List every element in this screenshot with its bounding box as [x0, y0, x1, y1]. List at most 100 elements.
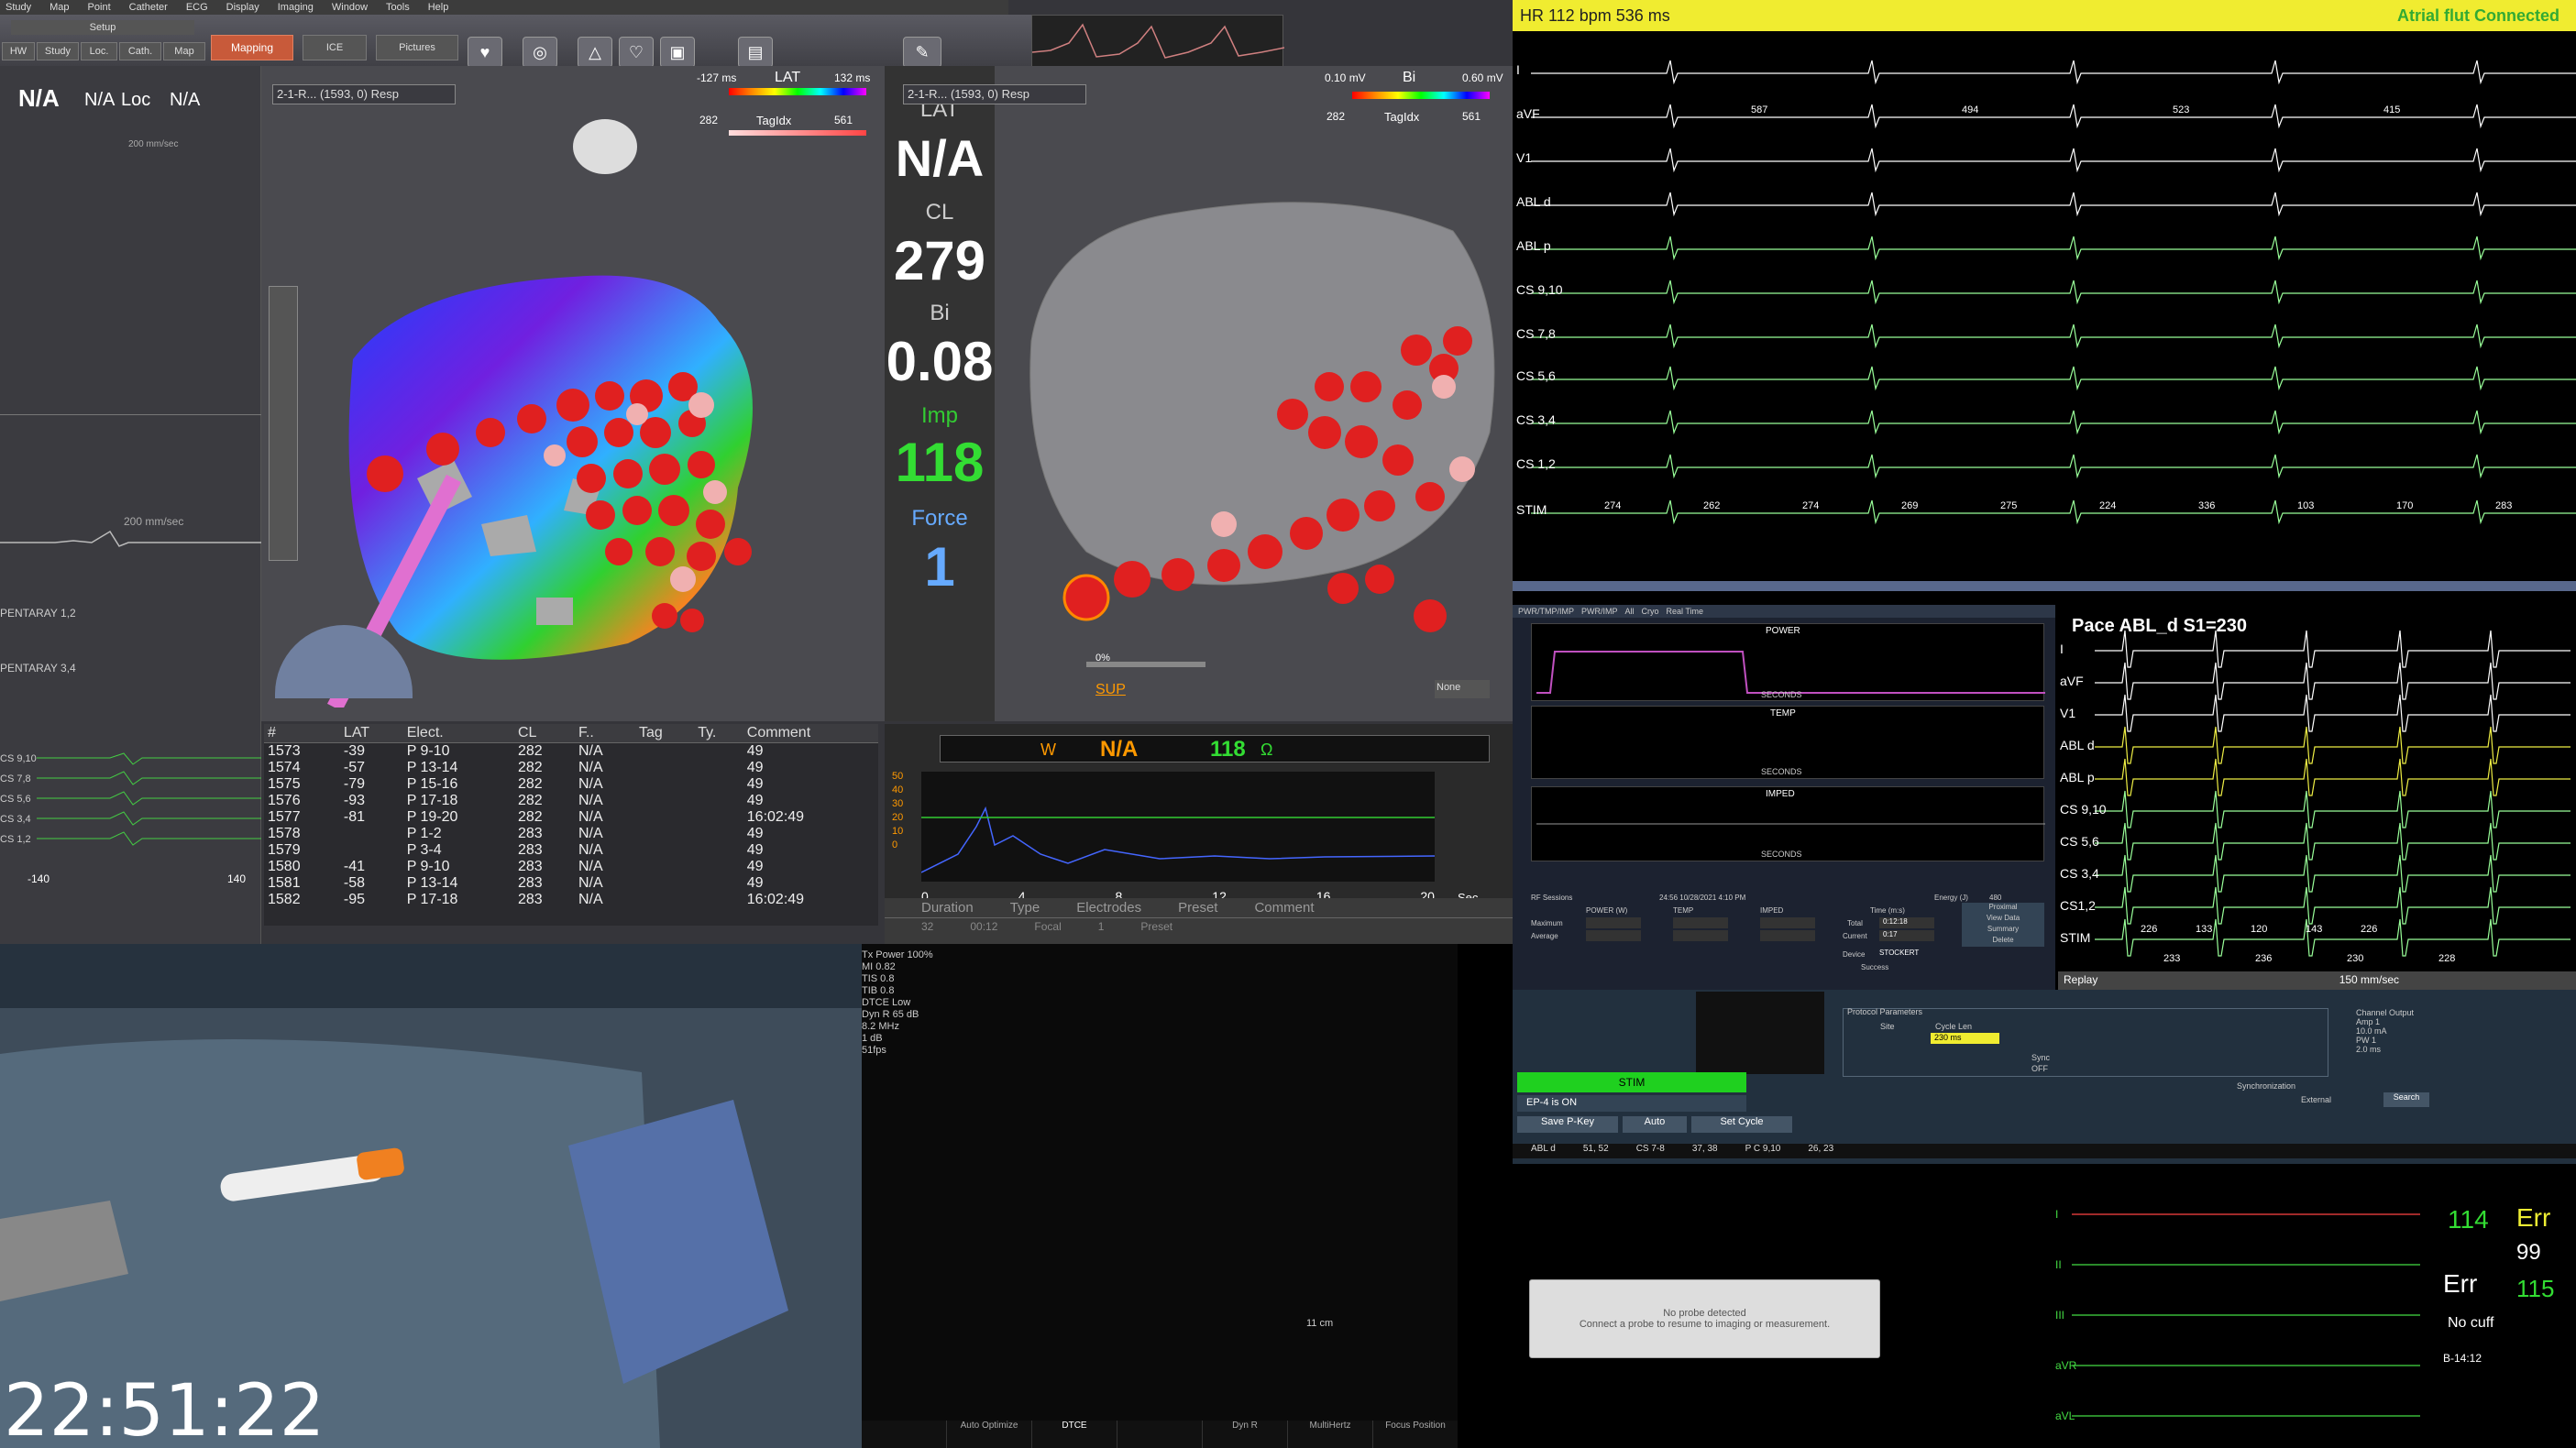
softkey[interactable]	[862, 1421, 947, 1448]
auto-button[interactable]: Auto	[1623, 1116, 1687, 1133]
tab-cath[interactable]: Cath.	[119, 42, 161, 60]
menu-imaging[interactable]: Imaging	[278, 0, 314, 15]
target-icon[interactable]: ◎	[523, 37, 557, 68]
stim-button[interactable]: STIM	[1517, 1072, 1746, 1092]
search-button[interactable]: Search	[2383, 1092, 2429, 1107]
save-pkey-button[interactable]: Save P-Key	[1517, 1116, 1618, 1133]
table-row[interactable]: 1578 P 1-2 283 N/A 49	[264, 826, 878, 842]
ecg-recording-panel: IaVF V1 ABL d ABL p CS 9,10 CS 7,8 CS 5,6 CS 3,…	[1513, 0, 2576, 591]
table-row[interactable]: 1579 P 3-4 283 N/A 49	[264, 842, 878, 859]
rf-tab[interactable]: PWR/IMP	[1581, 607, 1618, 616]
table-row[interactable]: 1577 -81 P 19-20 282 N/A 16:02:49	[264, 809, 878, 826]
softkey-multihertz[interactable]: MultiHertz	[1288, 1421, 1373, 1448]
rf-tabs[interactable]: PWR/TMP/IMP PWR/IMP All Cryo Real Time	[1513, 605, 2055, 618]
video-timestamp: 22:51:22	[4, 1370, 325, 1448]
lat-label: LAT	[775, 70, 801, 85]
col-index[interactable]: #	[264, 724, 340, 743]
softkey-auto-optimize[interactable]: Auto Optimize	[947, 1421, 1032, 1448]
col-comment[interactable]: Comment	[743, 724, 878, 743]
sweep-label[interactable]: 150 mm/sec	[2339, 973, 2399, 986]
menu-study[interactable]: Study	[6, 0, 31, 15]
col-duration[interactable]: Duration	[921, 900, 974, 916]
cycle-length-field[interactable]: 230 ms	[1931, 1033, 1999, 1044]
set-cycle-button[interactable]: Set Cycle	[1691, 1116, 1792, 1133]
ultrasound-softkeys[interactable]: Auto Optimize DTCE Dyn R MultiHertz Focu…	[862, 1421, 1458, 1448]
table-row[interactable]: 1574 -57 P 13-14 282 N/A 49	[264, 760, 878, 776]
replay-bar[interactable]: Replay 150 mm/sec	[2058, 971, 2576, 990]
table-cell: 49	[746, 842, 764, 858]
sup-label[interactable]: SUP	[1095, 682, 1126, 698]
tab-mapping[interactable]: Mapping	[211, 35, 293, 60]
menu-point[interactable]: Point	[88, 0, 111, 15]
monitor-lead-label: I	[2055, 1208, 2058, 1221]
map-side-toolbar[interactable]	[269, 286, 298, 561]
col-type[interactable]: Ty.	[694, 724, 743, 743]
menu-tools[interactable]: Tools	[386, 0, 410, 15]
table-row[interactable]: 1576 -93 P 17-18 282 N/A 49	[264, 793, 878, 809]
tab-ice[interactable]: ICE	[303, 35, 367, 60]
pace-trace	[2095, 726, 2570, 764]
menu-catheter[interactable]: Catheter	[129, 0, 168, 15]
col-lat[interactable]: LAT	[339, 724, 403, 743]
map-view-lat[interactable]: 2-1-R... (1593, 0) Resp -127 ms LAT 132 …	[261, 66, 885, 721]
view-data-button[interactable]: View Data	[1962, 914, 2044, 925]
replay-label[interactable]: Replay	[2064, 973, 2097, 986]
softkey[interactable]	[1117, 1421, 1203, 1448]
proximal-button[interactable]: Proximal	[1962, 903, 2044, 914]
map-selector-2[interactable]: 2-1-R... (1593, 0) Resp	[903, 84, 1086, 104]
col-f[interactable]: F..	[574, 724, 635, 743]
point-list-table[interactable]: # LAT Elect. CL F.. Tag Ty. Comment 1573…	[264, 724, 878, 926]
menu-display[interactable]: Display	[226, 0, 259, 15]
cs-interval: 170	[2396, 500, 2414, 511]
table-cell: 49	[746, 776, 764, 792]
tab-study[interactable]: Study	[37, 42, 79, 60]
menu-map[interactable]: Map	[50, 0, 69, 15]
col-elect[interactable]: Elect.	[402, 724, 514, 743]
catheter-readout: LAT N/A CL 279 Bi 0.08 Imp 118 Force 1	[885, 66, 995, 721]
pace-channel-label: ABL p	[2060, 770, 2095, 784]
col-tag[interactable]: Tag	[634, 724, 695, 743]
display-icon[interactable]: ▤	[738, 37, 773, 68]
map-view-bipolar[interactable]: 2-1-R... (1593, 0) Resp 0.10 mV Bi 0.60 …	[903, 66, 1513, 721]
softkey-focus-position[interactable]: Focus Position	[1373, 1421, 1458, 1448]
menu-help[interactable]: Help	[428, 0, 449, 15]
orientation-head-icon[interactable]	[573, 119, 637, 174]
softkey-dtce[interactable]: DTCE	[1032, 1421, 1117, 1448]
no-probe-dialog[interactable]: No probe detected Connect a probe to res…	[1529, 1279, 1880, 1358]
rf-tab[interactable]: Real Time	[1667, 607, 1704, 616]
menu-window[interactable]: Window	[332, 0, 368, 15]
none-select[interactable]: None	[1435, 680, 1490, 698]
tab-loc[interactable]: Loc.	[81, 42, 117, 60]
menu-ecg[interactable]: ECG	[186, 0, 208, 15]
ablation-session-table[interactable]: Duration Type Electrodes Preset Comment …	[885, 898, 1513, 944]
map-selector[interactable]: 2-1-R... (1593, 0) Resp	[272, 84, 456, 104]
tab-map[interactable]: Map	[163, 42, 205, 60]
summary-button[interactable]: Summary	[1962, 925, 2044, 936]
pace-trace	[2095, 662, 2570, 700]
table-row[interactable]: 1573 -39 P 9-10 282 N/A 49	[264, 743, 878, 761]
col-preset[interactable]: Preset	[1178, 900, 1217, 916]
rf-tab[interactable]: All	[1625, 607, 1635, 616]
readout-cl-value: 279	[893, 230, 986, 291]
col-electrodes[interactable]: Electrodes	[1076, 900, 1141, 916]
bipolar-map-3d[interactable]	[995, 158, 1513, 671]
tag-icon[interactable]: ▣	[660, 37, 695, 68]
delete-button[interactable]: Delete	[1962, 936, 2044, 947]
catheter-icon[interactable]: ✎	[903, 37, 941, 68]
table-row[interactable]: 1580 -41 P 9-10 283 N/A 49	[264, 859, 878, 875]
col-type[interactable]: Type	[1010, 900, 1040, 916]
table-row[interactable]: 1581 -58 P 13-14 283 N/A 49	[264, 875, 878, 892]
heart-map-icon[interactable]: ♡	[619, 37, 654, 68]
col-comment[interactable]: Comment	[1254, 900, 1314, 916]
softkey-dyn-r[interactable]: Dyn R	[1203, 1421, 1288, 1448]
table-row[interactable]: 1575 -79 P 15-16 282 N/A 49	[264, 776, 878, 793]
triangle-icon[interactable]: △	[578, 37, 612, 68]
setup-tab[interactable]: Setup	[11, 20, 194, 35]
heart-icon[interactable]: ♥	[468, 37, 502, 68]
table-row[interactable]: 1582 -95 P 17-18 283 N/A 16:02:49	[264, 892, 878, 908]
rf-tab[interactable]: PWR/TMP/IMP	[1518, 607, 1574, 616]
tab-hw[interactable]: HW	[2, 42, 35, 60]
rf-tab[interactable]: Cryo	[1642, 607, 1659, 616]
tab-pictures[interactable]: Pictures	[376, 35, 458, 60]
col-cl[interactable]: CL	[513, 724, 575, 743]
